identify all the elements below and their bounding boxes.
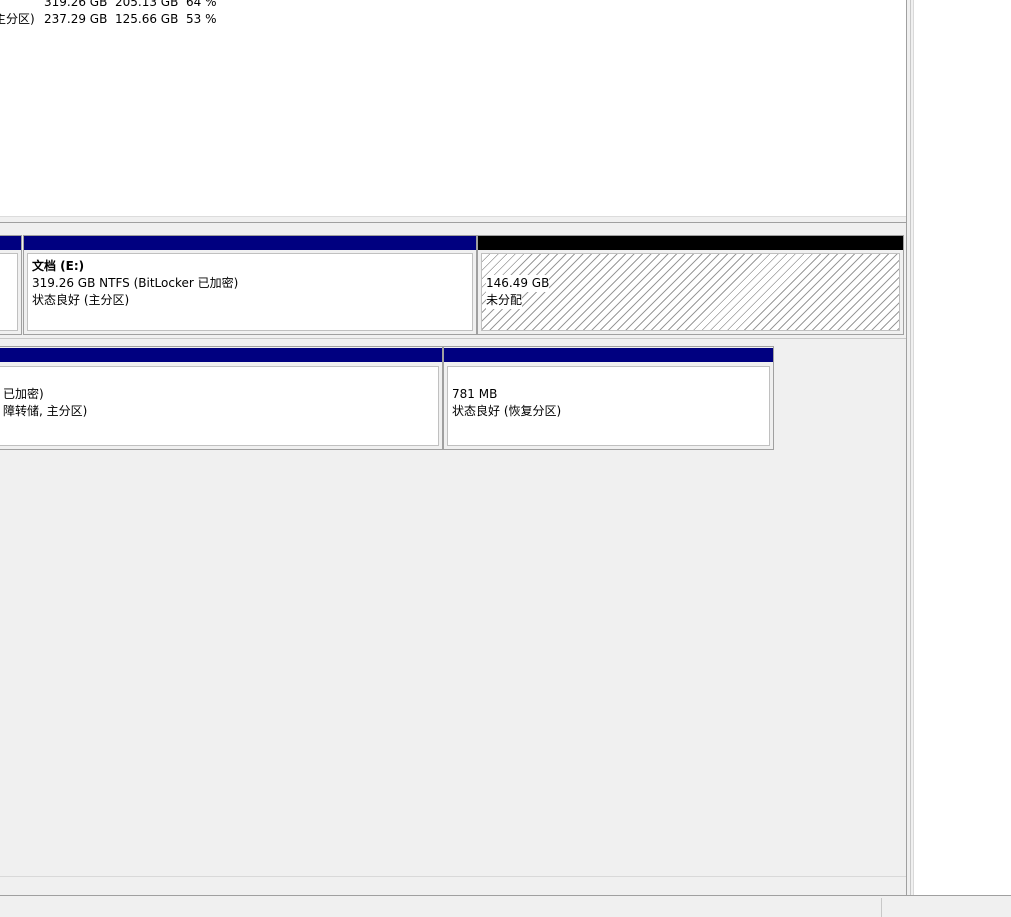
partition-size: 146.49 GB <box>486 275 550 292</box>
status-bar <box>0 895 1011 917</box>
partition-header-bar <box>444 348 773 362</box>
partition-header-bar <box>24 236 476 250</box>
partition-block-unallocated[interactable]: 146.49 GB 未分配 <box>477 235 904 335</box>
partition-header-bar <box>0 348 442 362</box>
volume-type: 主分区) <box>0 12 35 26</box>
partition-block[interactable] <box>0 235 22 335</box>
volume-list: 319.26 GB 205.13 GB 64 % 主分区) 237.29 GB … <box>0 0 906 216</box>
partition-status: 障转储, 主分区) <box>3 404 88 418</box>
horizontal-scrollbar[interactable] <box>0 876 906 895</box>
pane-border <box>906 0 907 895</box>
partition-size-fs: 已加密) <box>3 387 44 401</box>
partition-body <box>0 253 18 331</box>
partition-status: 未分配 <box>486 292 523 309</box>
partition-block-recovery[interactable]: 781 MB 状态良好 (恢复分区) <box>443 346 774 450</box>
vertical-scrollbar[interactable] <box>910 0 911 895</box>
pane-splitter[interactable] <box>0 216 906 223</box>
status-bar-divider <box>881 898 882 917</box>
volume-free-percent: 53 % <box>186 12 217 26</box>
partition-status: 状态良好 (主分区) <box>32 293 130 307</box>
volume-free-space: 125.66 GB <box>115 12 179 26</box>
partition-body: 已加密) 障转储, 主分区) <box>0 366 439 446</box>
partition-size: 781 MB <box>452 387 498 401</box>
partition-status: 状态良好 (恢复分区) <box>452 404 562 418</box>
partition-body: 文档 (E:) 319.26 GB NTFS (BitLocker 已加密) 状… <box>27 253 473 331</box>
partition-body: 146.49 GB 未分配 <box>481 253 900 331</box>
partition-header-bar <box>0 236 21 250</box>
partition-body: 781 MB 状态良好 (恢复分区) <box>447 366 770 446</box>
partition-size-fs: 319.26 GB NTFS (BitLocker 已加密) <box>32 276 239 290</box>
partition-block[interactable]: 已加密) 障转储, 主分区) <box>0 346 443 450</box>
partition-name: 文档 (E:) <box>32 259 85 273</box>
action-pane <box>913 0 1011 897</box>
disk-separator <box>0 338 906 339</box>
unallocated-header-bar <box>478 236 903 250</box>
volume-capacity: 237.29 GB <box>44 12 108 26</box>
partition-block-documents[interactable]: 文档 (E:) 319.26 GB NTFS (BitLocker 已加密) 状… <box>23 235 477 335</box>
